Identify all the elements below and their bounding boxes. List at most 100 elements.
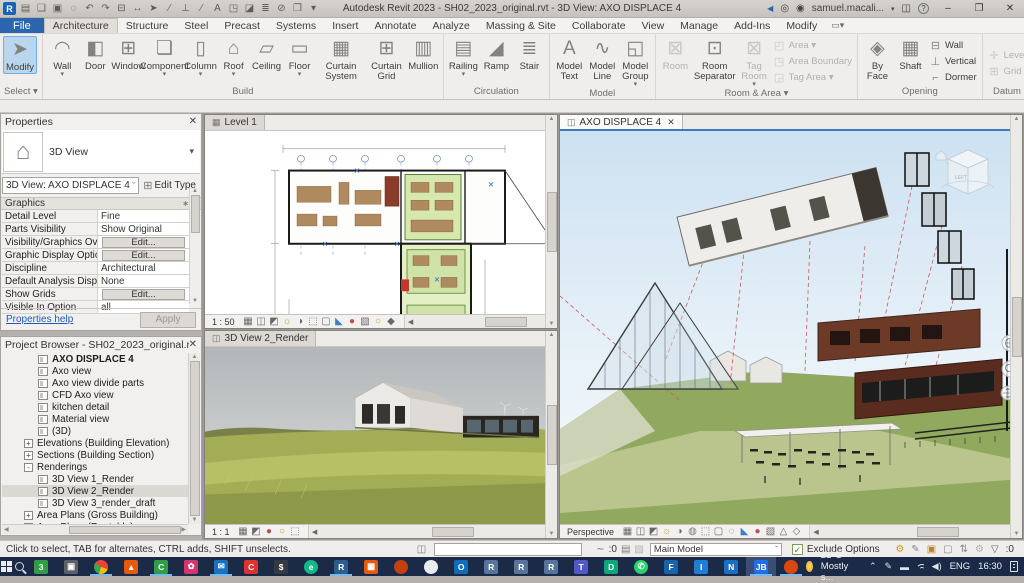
plan-vscrollbar[interactable]: ▲ ▼ — [545, 115, 557, 328]
app-firefox[interactable] — [386, 557, 416, 576]
plan-hscrollbar[interactable]: ◀▶ — [403, 315, 557, 328]
ramp-button[interactable]: ◢ Ramp — [480, 36, 513, 72]
scale-icon[interactable]: ▦ — [621, 526, 634, 537]
active-workset-dropdown[interactable]: Main Model ˇ — [649, 542, 782, 556]
app-d[interactable]: D — [596, 557, 626, 576]
properties-close-icon[interactable]: ✕ — [189, 116, 197, 127]
ui-views-icon[interactable]: ▤ — [19, 2, 32, 15]
column-button[interactable]: ▯ Column ▾ — [184, 36, 217, 78]
tab-add-ins[interactable]: Add-Ins — [726, 18, 778, 33]
save-icon[interactable]: ▣ — [51, 2, 64, 15]
shadows-icon[interactable]: ◑ — [673, 526, 686, 537]
temp-hide-icon[interactable]: ◣ — [333, 316, 346, 327]
tab-collaborate[interactable]: Collaborate — [564, 18, 634, 33]
app-camtasia[interactable]: C — [146, 557, 176, 576]
wall-button[interactable]: ◠ Wall ▾ — [46, 36, 79, 78]
model-line-button[interactable]: ∿ Model Line — [586, 36, 619, 82]
app-f[interactable]: F — [656, 557, 686, 576]
tag-area--button[interactable]: ◲ Tag Area ▾ — [773, 70, 852, 85]
browser-hscrollbar[interactable]: ◀ ▶ — [2, 524, 188, 534]
tab-view[interactable]: View — [634, 18, 673, 33]
app-outlook[interactable]: O — [446, 557, 476, 576]
pen-icon[interactable]: ✎ — [884, 561, 892, 572]
signed-in-user[interactable]: samuel.macali... — [812, 3, 884, 14]
search-help-icon[interactable]: ◎ — [780, 3, 789, 14]
lightbulb-icon[interactable]: ○ — [276, 526, 289, 537]
tab-level-1[interactable]: ▦ Level 1 — [205, 115, 265, 130]
sync-icon[interactable]: ◌ — [67, 2, 80, 15]
schedule-icon[interactable]: ≣ — [259, 2, 272, 15]
modify-button[interactable]: ➤ Modify — [3, 36, 37, 74]
app-money[interactable]: $ — [266, 557, 296, 576]
taskbar-search-button[interactable] — [13, 557, 26, 576]
collapse-icon[interactable]: - — [24, 462, 33, 472]
weather-text[interactable]: 21°C Mostly s... — [821, 550, 861, 583]
editable-only-icon[interactable]: ∼ — [596, 544, 604, 555]
axo-hscrollbar[interactable]: ◀▶ — [809, 525, 1022, 538]
app-n[interactable]: N — [716, 557, 746, 576]
tab-insert[interactable]: Insert — [324, 18, 366, 33]
axo-vscrollbar[interactable]: ▲ ▼ — [1010, 115, 1022, 538]
axo-canvas[interactable]: LEFT — [560, 131, 1022, 524]
language-indicator[interactable]: ENG — [950, 561, 971, 572]
reveal-hidden-icon[interactable]: ● — [751, 526, 764, 537]
expand-icon[interactable]: + — [24, 450, 33, 460]
browser-vscrollbar[interactable]: ▲ ▼ — [188, 353, 200, 524]
sun-path-icon[interactable]: ☼ — [660, 526, 673, 537]
text-icon[interactable]: A — [211, 2, 224, 15]
crop-icon[interactable]: ⬚ — [289, 526, 302, 537]
tab-structure[interactable]: Structure — [118, 18, 177, 33]
temp-hide-icon[interactable]: ◣ — [738, 526, 751, 537]
room-separator-button[interactable]: ⊡ Room Separator — [692, 36, 738, 82]
render-scale[interactable]: 1 : 1 — [205, 527, 237, 537]
app-revit-2[interactable]: R — [476, 557, 506, 576]
clock[interactable]: 16:30 — [978, 561, 1002, 572]
volume-icon[interactable]: ◀) — [932, 561, 942, 572]
visual-style-icon[interactable]: ◩ — [647, 526, 660, 537]
component-button[interactable]: ❏ Component ▾ — [140, 36, 189, 78]
app-ccleaner[interactable]: C — [236, 557, 266, 576]
shadows-icon[interactable]: ◑ — [294, 316, 307, 327]
tree-item-sections-building-section-[interactable]: + Sections (Building Section) — [2, 449, 188, 461]
visual-style-icon[interactable]: ◩ — [250, 526, 263, 537]
type-selector-caret-icon[interactable]: ▾ — [189, 146, 200, 157]
app-store-icon[interactable]: ◫ — [902, 3, 911, 14]
displace-icon[interactable]: ◇ — [790, 526, 803, 537]
close-view-icon[interactable]: ✕ — [667, 117, 675, 128]
dormer-button[interactable]: ⌐ Dormer — [929, 70, 976, 85]
curtain-system-button[interactable]: ▦ Curtain System — [316, 36, 366, 82]
panel-label[interactable]: Room & Area ▾ — [656, 88, 857, 99]
edit-button[interactable]: Edit... — [101, 288, 186, 300]
vertical-button[interactable]: ⊥ Vertical — [929, 54, 977, 69]
app-whatsapp[interactable]: ✆ — [626, 557, 656, 576]
app-revit-main[interactable]: R — [326, 557, 356, 576]
visual-style-icon[interactable]: ◩ — [268, 316, 281, 327]
app-3[interactable]: 3 — [26, 557, 56, 576]
tab-precast[interactable]: Precast — [216, 18, 268, 33]
start-button[interactable] — [0, 557, 13, 576]
redo-icon[interactable]: ↷ — [99, 2, 112, 15]
tab-steel[interactable]: Steel — [176, 18, 216, 33]
show-crop-icon[interactable]: ▢ — [712, 526, 725, 537]
expand-icon[interactable]: + — [24, 510, 33, 520]
tree-item-elevations-building-elevation-[interactable]: + Elevations (Building Elevation) — [2, 437, 188, 449]
app-photos[interactable]: ▦ — [356, 557, 386, 576]
room-button[interactable]: ⊠ Room — [659, 36, 692, 72]
tree-item-axo-view[interactable]: Axo view — [2, 365, 188, 377]
measure-icon[interactable]: ∕ — [163, 2, 176, 15]
render-dialog-icon[interactable]: ◍ — [686, 526, 699, 537]
switch-windows-icon[interactable]: ❐ — [291, 2, 304, 15]
stair-button[interactable]: ≣ Stair — [513, 36, 546, 72]
hidden-icons-chevron[interactable]: ⌃ — [869, 561, 877, 572]
crop-icon[interactable]: ⬚ — [307, 316, 320, 327]
edit-button[interactable]: Edit... — [101, 249, 186, 261]
by-face-button[interactable]: ◈ By Face — [861, 36, 894, 82]
crop-icon[interactable]: ⬚ — [699, 526, 712, 537]
close-button[interactable]: ✕ — [998, 0, 1022, 17]
ribbon-display-toggle-icon[interactable]: ▭▾ — [831, 18, 844, 33]
scale-icon[interactable]: ▦ — [237, 526, 250, 537]
render-vscrollbar[interactable]: ▲ ▼ — [545, 331, 557, 538]
worksharing-display-icon[interactable]: ▧ — [359, 316, 372, 327]
dimension-icon[interactable]: ↔ — [131, 2, 144, 15]
apply-button[interactable]: Apply — [140, 311, 196, 328]
